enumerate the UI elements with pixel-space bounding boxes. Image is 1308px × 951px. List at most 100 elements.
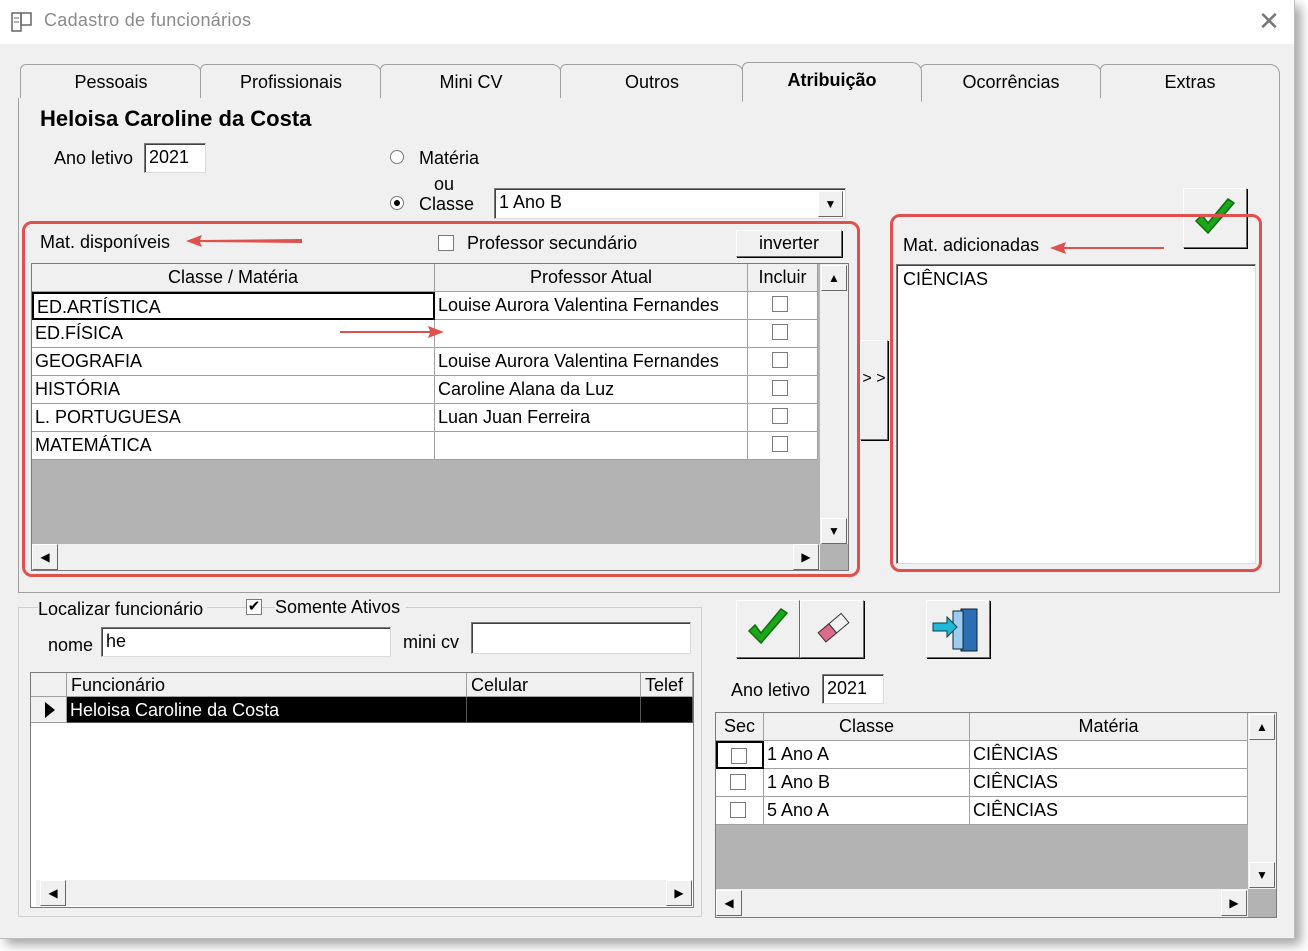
minicv-field[interactable] [471, 622, 691, 654]
available-row-professor: Louise Aurora Valentina Fernandes [435, 348, 748, 376]
row-indicator [31, 697, 67, 723]
tab-atribuicao[interactable]: Atribuição [742, 62, 922, 102]
classe-select[interactable]: 1 Ano B [494, 188, 846, 219]
available-row-incluir[interactable] [748, 404, 818, 432]
incluir-checkbox[interactable] [772, 408, 788, 424]
annotation-arrow-available [186, 235, 302, 247]
col-header-classe: Classe [764, 713, 970, 741]
available-row-incluir[interactable] [748, 376, 818, 404]
incluir-checkbox[interactable] [772, 380, 788, 396]
tab-pessoais[interactable]: Pessoais [20, 64, 202, 100]
tab-profissionais[interactable]: Profissionais [200, 64, 382, 100]
assign-row-sec[interactable] [716, 769, 764, 797]
assign-ano-letivo-label: Ano letivo [731, 680, 811, 700]
materia-radio-label: Matéria [419, 148, 480, 168]
ano-letivo-label: Ano letivo [54, 148, 134, 168]
nome-label: nome [48, 635, 94, 655]
available-row-materia[interactable]: HISTÓRIA [32, 376, 435, 404]
available-row-materia[interactable]: GEOGRAFIA [32, 348, 435, 376]
window-title: Cadastro de funcionários [44, 10, 252, 30]
move-right-button[interactable]: > > [860, 340, 888, 440]
inverter-button[interactable]: inverter [736, 230, 842, 257]
available-row-professor [435, 320, 748, 348]
assign-row-classe[interactable]: 1 Ano B [764, 769, 970, 797]
scroll-down-icon[interactable]: ▼ [821, 518, 847, 544]
app-icon [10, 10, 34, 34]
somente-ativos-checkbox[interactable]: ✔ [246, 599, 262, 615]
employee-row-name[interactable]: Heloisa Caroline da Costa [67, 697, 467, 723]
assign-row-materia[interactable]: CIÊNCIAS [970, 741, 1248, 769]
assignments-hscroll[interactable] [716, 889, 1248, 917]
employee-row-celular[interactable] [467, 697, 641, 723]
ano-letivo-field[interactable]: 2021 [144, 143, 206, 173]
col-header-materia: Matéria [970, 713, 1248, 741]
tab-ocorrencias[interactable]: Ocorrências [920, 64, 1102, 100]
scroll-up-icon[interactable]: ▲ [821, 265, 847, 291]
classe-radio[interactable] [390, 196, 404, 210]
tab-outros[interactable]: Outros [560, 64, 744, 100]
scroll-right-icon[interactable]: ▶ [793, 544, 819, 570]
assign-row-materia[interactable]: CIÊNCIAS [970, 769, 1248, 797]
sec-checkbox[interactable] [730, 802, 746, 818]
scroll-down-icon[interactable]: ▼ [1249, 862, 1275, 888]
col-header-incluir: Incluir [748, 264, 818, 292]
scroll-right-icon[interactable]: ▶ [666, 880, 692, 906]
exit-button[interactable] [926, 600, 990, 658]
available-row-materia[interactable]: L. PORTUGUESA [32, 404, 435, 432]
assign-row-classe[interactable]: 1 Ano A [764, 741, 970, 769]
sec-checkbox[interactable] [730, 774, 746, 790]
available-vscroll[interactable] [820, 264, 848, 544]
scroll-left-icon[interactable]: ◀ [716, 890, 742, 916]
available-row-professor: Louise Aurora Valentina Fernandes [435, 292, 748, 320]
eraser-icon [817, 612, 850, 643]
assign-row-sec[interactable] [716, 797, 764, 825]
tab-extras[interactable]: Extras [1100, 64, 1280, 100]
available-row-incluir[interactable] [748, 348, 818, 376]
annotation-arrow-row [340, 326, 444, 338]
available-row-incluir[interactable] [748, 432, 818, 460]
exit-door-icon [932, 608, 978, 652]
added-list[interactable]: CIÊNCIAS [896, 264, 1256, 564]
incluir-checkbox[interactable] [772, 352, 788, 368]
incluir-checkbox[interactable] [772, 296, 788, 312]
available-label: Mat. disponíveis [40, 232, 171, 252]
move-right-label: > > [862, 370, 886, 387]
available-row-materia[interactable]: ED.ARTÍSTICA [32, 292, 435, 320]
professor-secundario-label: Professor secundário [467, 233, 638, 253]
tab-mini-cv[interactable]: Mini CV [380, 64, 562, 100]
available-hscroll[interactable] [32, 544, 820, 570]
scroll-right-icon[interactable]: ▶ [1221, 890, 1247, 916]
added-list-item[interactable]: CIÊNCIAS [903, 265, 1255, 293]
search-group-label: Localizar funcionário [38, 599, 208, 620]
scroll-left-icon[interactable]: ◀ [40, 880, 66, 906]
assign-ano-letivo-field[interactable]: 2021 [822, 674, 884, 704]
close-icon[interactable]: ✕ [1256, 6, 1282, 37]
chevron-down-icon[interactable]: ▼ [818, 191, 843, 217]
scroll-up-icon[interactable]: ▲ [1249, 714, 1275, 740]
sec-checkbox[interactable] [731, 748, 747, 764]
col-header-sec: Sec [716, 713, 764, 741]
assign-row-classe[interactable]: 5 Ano A [764, 797, 970, 825]
scroll-left-icon[interactable]: ◀ [32, 544, 58, 570]
professor-secundario-checkbox[interactable] [438, 235, 454, 251]
assign-row-sec[interactable] [716, 741, 764, 769]
col-header-funcionario: Funcionário [67, 673, 467, 697]
clear-button[interactable] [800, 600, 864, 658]
minicv-label: mini cv [403, 632, 460, 652]
nome-field[interactable]: he [101, 627, 391, 657]
employee-row-telefone[interactable] [641, 697, 693, 723]
classe-radio-label: Classe [419, 194, 475, 214]
available-row-incluir[interactable] [748, 320, 818, 348]
incluir-checkbox[interactable] [772, 324, 788, 340]
available-row-materia[interactable]: MATEMÁTICA [32, 432, 435, 460]
save-button[interactable] [736, 600, 800, 658]
materia-radio[interactable] [390, 150, 404, 164]
incluir-checkbox[interactable] [772, 436, 788, 452]
assign-row-materia[interactable]: CIÊNCIAS [970, 797, 1248, 825]
col-header-telefone: Telef [641, 673, 693, 697]
available-row-incluir[interactable] [748, 292, 818, 320]
employee-name: Heloisa Caroline da Costa [40, 106, 312, 131]
somente-ativos-label: Somente Ativos [275, 597, 407, 618]
employee-hscroll[interactable] [36, 880, 692, 906]
added-label: Mat. adicionadas [903, 235, 1040, 255]
